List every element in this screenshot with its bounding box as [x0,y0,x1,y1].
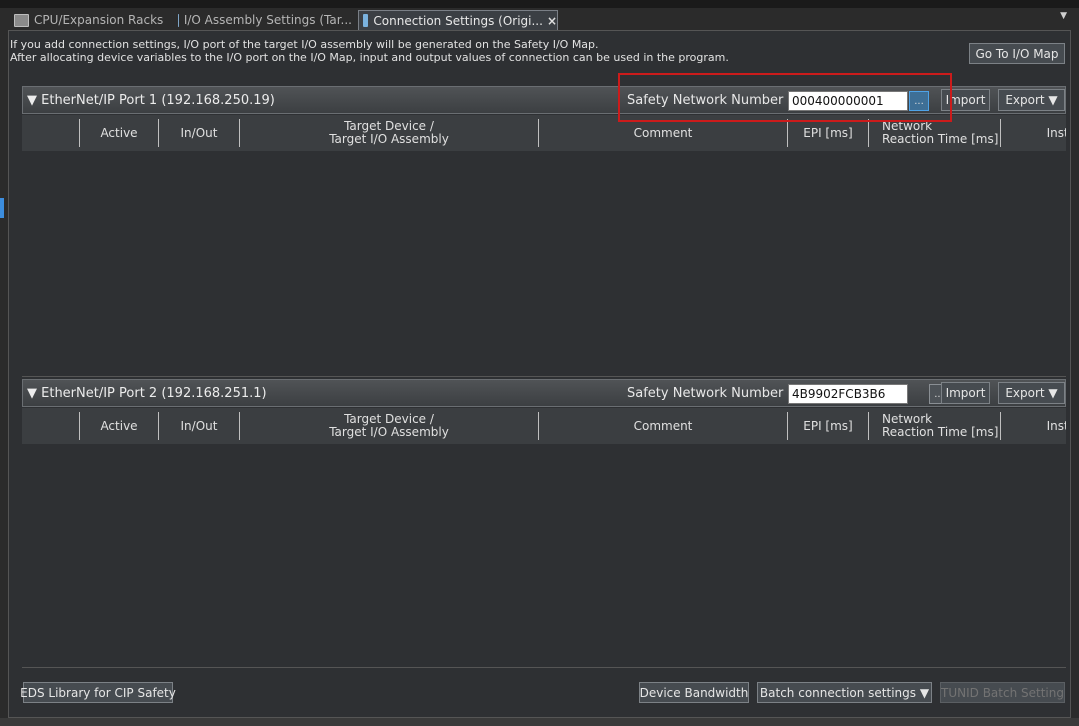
info-line-1: If you add connection settings, I/O port… [10,38,599,51]
import-button[interactable]: Import [941,382,990,404]
column-instance[interactable]: Instar [1001,408,1066,444]
tunid-batch-setting-button: TUNID Batch Setting [940,682,1065,703]
column-in-out[interactable]: In/Out [159,115,239,151]
io-assembly-icon [178,13,179,27]
highlight-box [618,73,952,122]
column-target[interactable]: Target Device / Target I/O Assembly [240,408,538,444]
column-instance[interactable]: Instar [1001,115,1066,151]
column-network-reaction-time[interactable]: Network Reaction Time [ms] [882,408,1000,444]
close-tab-icon[interactable]: × [547,14,557,28]
column-target[interactable]: Target Device / Target I/O Assembly [240,115,538,151]
left-dock-strip [0,8,8,718]
port-2-column-header: Active In/Out Target Device / Target I/O … [22,408,1066,444]
column-epi[interactable]: EPI [ms] [788,408,868,444]
eds-library-button[interactable]: EDS Library for CIP Safety [20,682,176,703]
go-to-io-map-button[interactable]: Go To I/O Map [969,43,1065,64]
port-1-title[interactable]: ▼ EtherNet/IP Port 1 (192.168.250.19) [27,93,275,108]
tab-cpu-expansion-racks[interactable]: CPU/Expansion Racks [10,10,170,30]
rack-icon [14,13,29,27]
port-2-connection-table[interactable] [22,444,1066,668]
right-dock-strip [1071,8,1079,718]
column-in-out[interactable]: In/Out [159,408,239,444]
device-bandwidth-button[interactable]: Device Bandwidth [639,682,749,703]
port-2-header[interactable]: ▼ EtherNet/IP Port 2 (192.168.251.1) Saf… [22,379,1066,407]
info-line-2: After allocating device variables to the… [10,51,729,64]
tab-label: Connection Settings (Origi... [373,13,543,28]
tab-io-assembly-settings[interactable]: I/O Assembly Settings (Tar... [174,10,352,30]
tab-label: CPU/Expansion Racks [34,13,164,27]
port-1-connection-table[interactable] [22,151,1066,377]
column-active[interactable]: Active [80,408,158,444]
safety-network-number-input[interactable]: 4B9902FCB3B6 [788,384,908,404]
export-button[interactable]: Export ▼ [998,382,1065,404]
column-active[interactable]: Active [80,115,158,151]
watch-panel-bar [0,718,1079,726]
tab-connection-settings[interactable]: Connection Settings (Origi... × [358,10,558,30]
document-tab-bar: CPU/Expansion Racks I/O Assembly Setting… [8,8,1071,30]
tab-list-dropdown-icon[interactable]: ▼ [1060,11,1067,21]
export-button[interactable]: Export ▼ [998,89,1065,111]
dock-marker [0,198,4,218]
column-comment[interactable]: Comment [539,408,787,444]
safety-network-number-label: Safety Network Number : [627,385,792,401]
connection-icon [363,14,369,27]
window-top-border [0,0,1079,8]
port-2-title[interactable]: ▼ EtherNet/IP Port 2 (192.168.251.1) [27,386,267,401]
info-text: If you add connection settings, I/O port… [10,38,729,64]
batch-connection-settings-button[interactable]: Batch connection settings ▼ [757,682,932,703]
tab-label: I/O Assembly Settings (Tar... [183,13,352,27]
